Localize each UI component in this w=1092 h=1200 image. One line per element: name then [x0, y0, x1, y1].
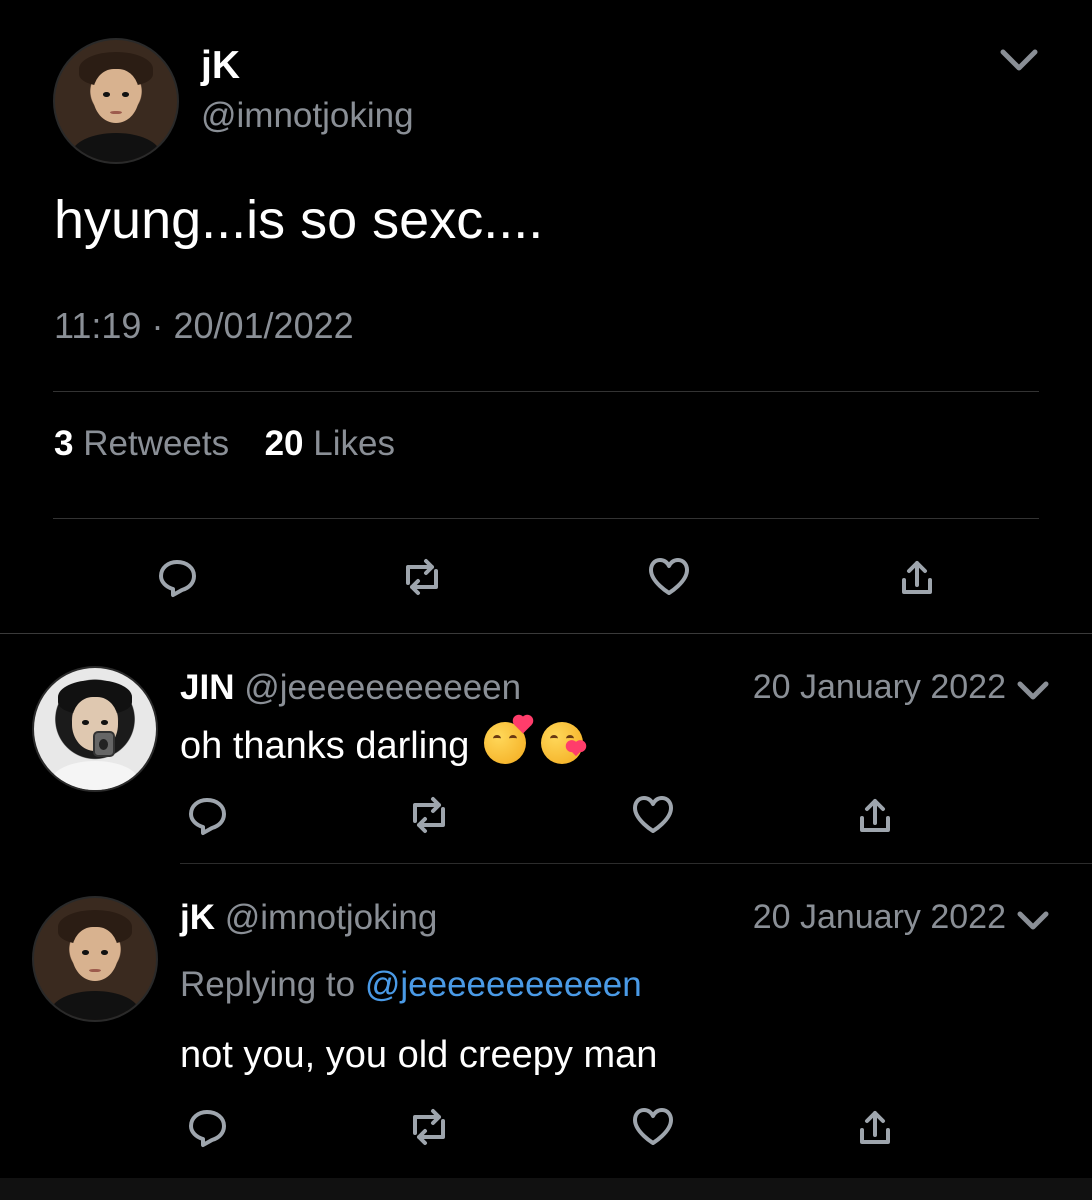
- reply-author-name[interactable]: jK: [180, 898, 215, 937]
- share-icon[interactable]: [851, 791, 899, 839]
- reply-divider: [180, 863, 1092, 864]
- reply-date: 20 January 2022: [752, 668, 1006, 706]
- retweet-icon[interactable]: [398, 553, 446, 601]
- chevron-down-icon[interactable]: [1014, 675, 1052, 705]
- reply-author-handle[interactable]: @imnotjoking: [225, 898, 438, 937]
- retweet-icon[interactable]: [405, 791, 453, 839]
- reply-icon[interactable]: [154, 553, 202, 601]
- likes-label[interactable]: Likes: [313, 424, 395, 463]
- bottom-bar: [0, 1178, 1092, 1200]
- timestamp-separator: ·: [151, 305, 164, 346]
- retweets-count[interactable]: 3: [54, 424, 73, 463]
- divider: [53, 518, 1039, 519]
- likes-count[interactable]: 20: [265, 424, 304, 463]
- tweet-date: 20/01/2022: [173, 305, 354, 346]
- like-icon[interactable]: [645, 553, 693, 601]
- like-icon[interactable]: [629, 791, 677, 839]
- reply-author-name[interactable]: JIN: [180, 668, 234, 707]
- reply-author-handle[interactable]: @jeeeeeeeeeeen: [244, 668, 521, 707]
- author-handle[interactable]: @imnotjoking: [201, 96, 414, 136]
- reply-header: JIN @jeeeeeeeeeeen: [180, 668, 521, 708]
- tweet-thread: jK @imnotjoking hyung...is so sexc.... 1…: [0, 0, 1092, 1200]
- tweet-text: hyung...is so sexc....: [54, 190, 544, 250]
- reply-avatar[interactable]: [32, 896, 158, 1022]
- retweets-label[interactable]: Retweets: [83, 424, 229, 463]
- replying-to-link[interactable]: @jeeeeeeeeeeen: [365, 965, 642, 1004]
- reply-text: not you, you old creepy man: [180, 1034, 658, 1076]
- reply-avatar[interactable]: [32, 666, 158, 792]
- reply-text-content: oh thanks darling: [180, 725, 470, 767]
- share-icon[interactable]: [893, 553, 941, 601]
- author-name[interactable]: jK: [201, 44, 240, 88]
- reply-text: oh thanks darling: [180, 716, 583, 768]
- author-avatar[interactable]: [53, 38, 179, 164]
- engagement-stats: 3 Retweets 20 Likes: [54, 424, 395, 464]
- replying-to: Replying to @jeeeeeeeeeeen: [180, 965, 642, 1005]
- face-blowing-kiss-icon: [540, 722, 583, 764]
- smiling-face-with-hearts-icon: [483, 716, 532, 764]
- reply-icon[interactable]: [184, 791, 232, 839]
- tweet-time: 11:19: [54, 305, 142, 346]
- share-icon[interactable]: [851, 1103, 899, 1151]
- reply-icon[interactable]: [184, 1103, 232, 1151]
- divider: [53, 391, 1039, 392]
- reply-header: jK @imnotjoking: [180, 898, 437, 938]
- like-icon[interactable]: [629, 1103, 677, 1151]
- retweet-icon[interactable]: [405, 1103, 453, 1151]
- chevron-down-icon[interactable]: [997, 42, 1041, 76]
- tweet-timestamp: 11:19 · 20/01/2022: [54, 305, 354, 347]
- thread-divider: [0, 633, 1092, 634]
- replying-to-label: Replying to: [180, 965, 356, 1004]
- reply-date: 20 January 2022: [752, 898, 1006, 936]
- chevron-down-icon[interactable]: [1014, 905, 1052, 935]
